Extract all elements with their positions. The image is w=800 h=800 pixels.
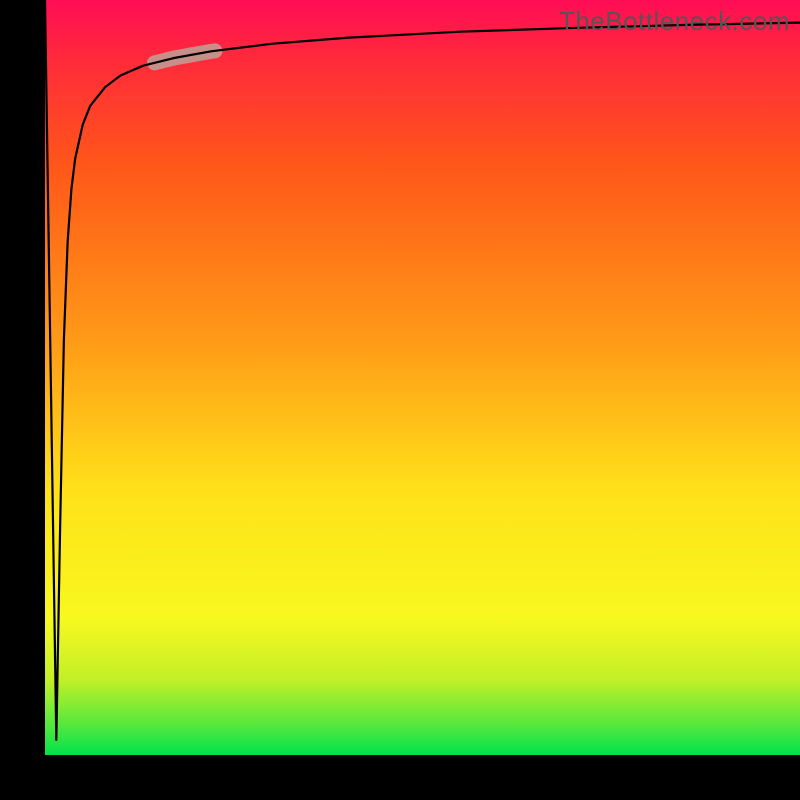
chart-stage: TheBottleneck.com: [0, 0, 800, 800]
plot-svg: [45, 0, 800, 755]
gradient-background: [45, 0, 800, 755]
plot-area: [45, 0, 800, 755]
watermark-text: TheBottleneck.com: [559, 6, 790, 37]
x-axis-band: [0, 755, 800, 800]
y-axis-band: [0, 0, 45, 800]
